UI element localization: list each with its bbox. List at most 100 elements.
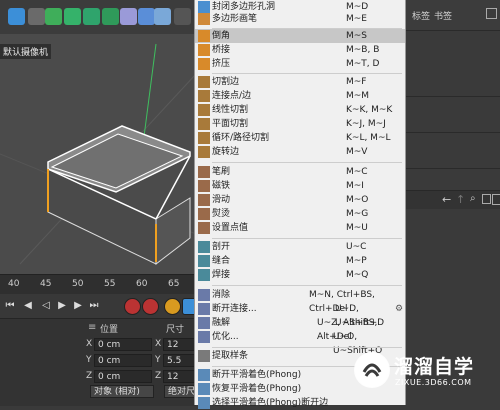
menu-item-select-phong-break-edges[interactable]: 选择平滑着色(Phong)断开边 [195, 396, 405, 410]
menu-item-polygon-pen[interactable]: 多边形画笔 M~E [195, 12, 405, 26]
menu-item-slide[interactable]: 滑动 M~O [195, 193, 405, 207]
camera-icon[interactable] [174, 8, 191, 25]
up-arrow-icon[interactable]: ↑ [456, 193, 465, 206]
menu-item-melt[interactable]: 融解 U~Z, Alt+BS, Alt+Del [195, 316, 405, 342]
step-back-icon[interactable]: ◀ [22, 299, 34, 312]
set-point-icon [198, 222, 210, 234]
3d-viewport[interactable]: 默认摄像机 [0, 34, 196, 274]
menu-item-loop-path-cut[interactable]: 循环/路径切割 K~L, M~L [195, 131, 405, 145]
polygon-pen-icon [198, 13, 210, 25]
menu-item-shortcut: M~V [346, 147, 368, 157]
attribute-nav-bar: ← ↑ ⌕ [406, 190, 500, 209]
position-z-field[interactable]: 0 cm [94, 370, 152, 383]
timeline-ruler[interactable]: 40 45 50 55 60 65 [0, 274, 196, 295]
menu-item-dissolve[interactable]: 消除 M~N, Ctrl+BS, Ctrl+Del [195, 288, 405, 314]
position-y-field[interactable]: 0 cm [94, 354, 152, 367]
menu-item-line-cut[interactable]: 线性切割 K~K, M~K [195, 103, 405, 117]
pen-icon[interactable] [28, 8, 45, 25]
mesh-context-menu: 封闭多边形孔洞 M~D 多边形画笔 M~E 倒角 M~S 桥接 M~B, B 挤… [194, 0, 406, 409]
menu-separator [212, 238, 402, 239]
menu-separator [212, 347, 402, 348]
coord-row-x: X 0 cm X 12 cm [0, 337, 196, 363]
timeline-tick: 65 [168, 279, 180, 289]
menu-item-brush[interactable]: 笔刷 M~C [195, 165, 405, 179]
play-icon[interactable]: ▶ [56, 299, 68, 312]
record-keyframe-icon[interactable] [124, 298, 141, 315]
size-x-field[interactable]: 12 cm [163, 338, 196, 363]
menu-item-spin-edge[interactable]: 旋转边 M~V [195, 145, 405, 159]
menu-item-shortcut: M~F [346, 77, 367, 87]
position-x-field[interactable]: 0 cm [94, 338, 152, 351]
size-z-field[interactable]: 12 cm [163, 370, 196, 395]
go-to-start-icon[interactable]: ⏮ [4, 299, 16, 312]
tag-icon[interactable] [138, 8, 155, 25]
spin-edge-icon [198, 146, 210, 158]
menu-grip-icon[interactable]: ≡ [88, 322, 96, 333]
menu-item-label: 熨烫 [212, 209, 231, 219]
menu-item-disconnect[interactable]: 断开连接... U~D, U~Shift+D ⚙ [195, 302, 405, 328]
menu-item-label: 滑动 [212, 195, 231, 205]
optimize-icon [198, 331, 210, 343]
cut-edges-icon [198, 76, 210, 88]
menu-item-label: 优化... [212, 332, 239, 342]
menu-item-label: 旋转边 [212, 147, 240, 157]
auto-keyframe-icon[interactable] [142, 298, 159, 315]
tab-bookmarks[interactable]: 书签 [434, 9, 452, 22]
menu-item-label: 断开平滑着色(Phong) [212, 370, 302, 380]
size-y-field[interactable]: 5.5 cm [163, 354, 196, 379]
go-to-end-icon[interactable]: ⏭ [88, 299, 100, 312]
menu-item-bridge[interactable]: 桥接 M~B, B [195, 43, 405, 57]
expand-icon[interactable] [492, 194, 500, 205]
menu-item-connect-points-edges[interactable]: 连接点/边 M~M [195, 89, 405, 103]
cloner-icon[interactable] [102, 8, 119, 25]
menu-item-weld[interactable]: 焊接 M~Q [195, 268, 405, 282]
menu-item-plane-cut[interactable]: 平面切割 K~J, M~J [195, 117, 405, 131]
menu-item-label: 多边形画笔 [212, 14, 258, 24]
menu-item-bevel[interactable]: 倒角 M~S [195, 29, 405, 43]
axis-label: Z [86, 371, 93, 381]
menu-item-cut-edges[interactable]: 切割边 M~F [195, 75, 405, 89]
coordinate-mode-select[interactable]: 对象 (相对) [90, 385, 154, 398]
atom-icon[interactable] [83, 8, 100, 25]
size-mode-select[interactable]: 绝对尺寸 [164, 385, 196, 398]
watermark-title: 溜溜自学 [394, 356, 475, 378]
menu-item-shortcut: M~O [346, 195, 369, 205]
connect-icon [198, 90, 210, 102]
menu-item-set-point-value[interactable]: 设置点值 M~U [195, 221, 405, 235]
menu-item-iron[interactable]: 熨烫 M~G [195, 207, 405, 221]
menu-item-extrude[interactable]: 挤压 M~T, D [195, 57, 405, 71]
floor-icon[interactable] [154, 8, 171, 25]
menu-item-label: 磁铁 [212, 181, 231, 191]
menu-item-shortcut: M~P [346, 256, 367, 266]
disconnect-icon [198, 303, 210, 315]
bevel-icon [198, 30, 210, 42]
menu-item-label: 桥接 [212, 45, 231, 55]
menu-item-stitch[interactable]: 缝合 M~P [195, 254, 405, 268]
panel-options-icon[interactable] [486, 8, 497, 19]
menu-item-split[interactable]: 剖开 U~C [195, 240, 405, 254]
subdivision-icon[interactable] [45, 8, 62, 25]
deformer-icon[interactable] [120, 8, 137, 25]
menu-item-shortcut: M~S [346, 31, 368, 41]
menu-item-optimize[interactable]: 优化... U~O, U~Shift+O [195, 330, 405, 356]
lock-icon[interactable] [482, 194, 491, 204]
menu-item-magnet[interactable]: 磁铁 M~I [195, 179, 405, 193]
menu-item-shortcut: M~G [346, 209, 369, 219]
back-arrow-icon[interactable]: ← [442, 193, 451, 206]
search-icon[interactable]: ⌕ [470, 193, 476, 204]
settings-gear-icon[interactable]: ⚙ [395, 302, 403, 316]
cube-icon[interactable] [8, 8, 25, 25]
keyframe-selection-icon[interactable] [164, 298, 181, 315]
menu-separator [212, 73, 402, 74]
play-backward-icon[interactable]: ◁ [40, 299, 52, 312]
camera-label[interactable]: 默认摄像机 [0, 44, 52, 59]
array-icon[interactable] [64, 8, 81, 25]
melt-icon [198, 317, 210, 329]
step-forward-icon[interactable]: ▶ [72, 299, 84, 312]
panel-divider [406, 132, 500, 133]
menu-item-shortcut: M~B, B [346, 45, 380, 55]
menu-separator [212, 285, 402, 286]
tab-tags[interactable]: 标签 [412, 9, 430, 22]
menu-item-label: 断开连接... [212, 304, 257, 314]
menu-item-shortcut: M~U [346, 223, 368, 233]
